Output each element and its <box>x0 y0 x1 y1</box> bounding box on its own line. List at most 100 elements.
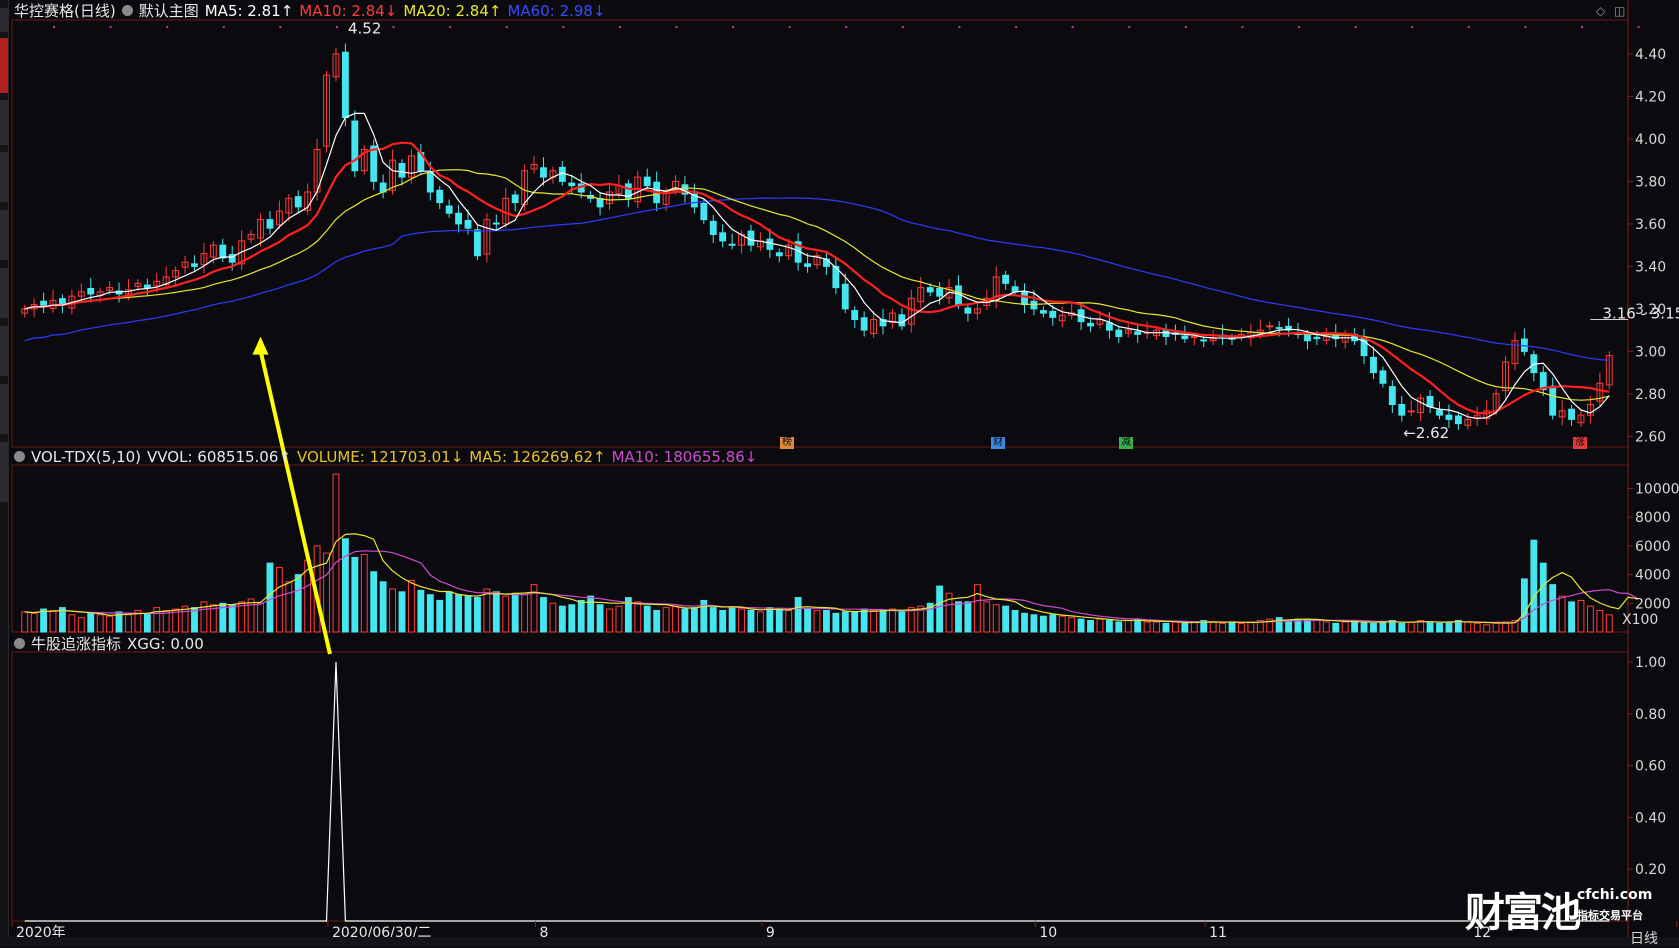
volume-bar <box>841 611 849 633</box>
candle-body <box>804 263 811 267</box>
volume-bar <box>417 589 425 633</box>
vol-ma5-label: MA5: 126269.62↑ <box>469 448 606 466</box>
ind-tick-label: 0.20 <box>1635 862 1666 878</box>
vol-unit-label: X100 <box>1622 612 1658 628</box>
candle-body <box>1105 322 1113 331</box>
template-toggle-icon[interactable] <box>121 5 133 16</box>
vol-indicator-name[interactable]: VOL-TDX(5,10) <box>31 448 141 466</box>
volume-bar <box>370 571 378 633</box>
indicator-toggle-icon[interactable] <box>14 638 25 649</box>
vol-tick-label: 8000 <box>1635 510 1671 526</box>
volume-bar <box>1426 621 1434 633</box>
signal-arrow-head <box>252 336 269 355</box>
top-dot-marker <box>505 26 508 28</box>
volume-bar <box>634 601 642 633</box>
volume-bar <box>1539 562 1547 633</box>
volume-bar <box>1492 622 1500 633</box>
window-restore-icon[interactable]: ◫ <box>1614 4 1625 18</box>
volume-bar <box>606 608 613 633</box>
volume-bar <box>738 608 745 633</box>
volume-bar <box>492 591 500 633</box>
event-badge-bang[interactable]: 榜 <box>780 437 794 449</box>
candle-body <box>464 219 472 229</box>
candle-body <box>398 163 406 178</box>
volume-bar <box>955 601 962 633</box>
volume-bar <box>672 605 679 633</box>
indicator-name[interactable]: 牛股追涨指标 <box>31 635 121 653</box>
volume-bar <box>266 562 274 633</box>
volume-bar <box>898 611 906 633</box>
top-dot-marker <box>1354 26 1357 28</box>
event-badge-jian[interactable]: 减 <box>1119 437 1133 449</box>
volume-bar <box>1058 615 1066 633</box>
ma60-label: MA60: 2.98↓ <box>507 2 606 20</box>
candle-body <box>1115 329 1123 337</box>
volume-bar <box>341 538 349 633</box>
top-dot-marker <box>1298 26 1301 28</box>
volume-bar <box>1039 615 1047 633</box>
volume-bar <box>794 597 802 633</box>
vvol-label: VVOL: 608515.06↑ <box>147 448 291 466</box>
template-label[interactable]: 默认主图 <box>139 2 199 20</box>
candle-body <box>1021 291 1028 306</box>
event-badge-zhang[interactable]: 涨 <box>1573 437 1587 449</box>
candle-body <box>426 171 434 193</box>
volume-bar <box>143 612 151 633</box>
price-tick-label: 3.40 <box>1635 259 1666 275</box>
volume-bar <box>1228 621 1236 633</box>
top-dot-marker <box>618 26 621 28</box>
volume-bar <box>285 581 293 633</box>
candle-body <box>1190 336 1198 338</box>
diamond-icon[interactable]: ◇ <box>1596 4 1605 18</box>
volume-bar <box>823 609 830 633</box>
volume-bar <box>1285 620 1293 633</box>
candle-body <box>1568 408 1575 420</box>
volume-bar <box>1605 614 1613 633</box>
candle-body <box>455 212 463 225</box>
volume-bar <box>474 597 481 633</box>
volume-toggle-icon[interactable] <box>14 451 25 462</box>
volume-bar <box>889 608 896 633</box>
volume-bar <box>1483 624 1491 633</box>
volume-bar <box>1077 618 1085 633</box>
top-dot-marker <box>1241 26 1244 28</box>
top-dot-marker <box>335 26 338 28</box>
top-dot-marker <box>1128 26 1131 28</box>
volume-bar <box>1558 595 1566 633</box>
volume-bar <box>568 604 576 633</box>
top-dot-marker <box>1580 26 1583 28</box>
xgg-line <box>24 661 1610 922</box>
volume-bar <box>1021 612 1028 633</box>
volume-bar <box>851 611 859 633</box>
cfchi-logo: 财富池 cfchi.com 指标交易平台 <box>1465 880 1652 938</box>
top-dot-marker <box>788 26 791 28</box>
logo-en: cfchi.com <box>1577 887 1653 903</box>
volume-bar <box>879 609 887 633</box>
ma5-label: MA5: 2.81↑ <box>204 2 294 20</box>
vol-tick-label: 4000 <box>1635 568 1671 584</box>
day-line-tab[interactable]: 日线 <box>1630 928 1658 948</box>
volume-bar <box>804 608 811 633</box>
candle-body <box>1407 410 1415 413</box>
xgg-label: XGG: 0.00 <box>127 635 204 653</box>
ma10-label: MA10: 2.84↓ <box>299 2 398 20</box>
candle-body <box>1454 415 1462 425</box>
top-dot-marker <box>675 26 678 28</box>
volume-bar <box>1247 621 1255 633</box>
main-header: 华控赛格(日线) 默认主图 MA5: 2.81↑ MA10: 2.84↓ MA20: 2… <box>14 1 612 21</box>
event-badge-cai[interactable]: 财 <box>991 437 1005 449</box>
volume-bar <box>1577 599 1585 633</box>
volume-bar <box>294 574 302 633</box>
high-annotation: 4.52 <box>348 19 381 37</box>
volume-bar <box>1370 622 1377 633</box>
top-dot-marker <box>53 26 56 28</box>
volume-bar <box>96 614 104 633</box>
top-dot-marker <box>901 26 904 28</box>
top-dot-marker <box>1184 26 1187 28</box>
candle-body <box>511 194 519 204</box>
volume-bar <box>1096 618 1104 633</box>
volume-bar <box>1549 584 1557 633</box>
price-tick-label: 3.80 <box>1635 174 1666 190</box>
volume-bar <box>709 607 717 633</box>
volume-bar <box>870 609 878 633</box>
